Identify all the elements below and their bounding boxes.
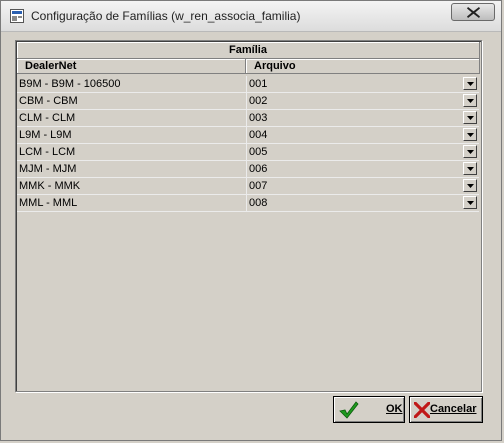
- dealernet-cell: CLM - CLM: [19, 112, 76, 124]
- grid-rows: B9M - B9M - 106500 001 CBM - CBM 002 CLM…: [17, 76, 479, 212]
- dialog-window: Configuração de Famílias (w_ren_associa_…: [0, 0, 502, 441]
- dropdown-button[interactable]: [463, 128, 477, 141]
- arquivo-dropdown[interactable]: 004: [246, 127, 479, 143]
- dropdown-button[interactable]: [463, 94, 477, 107]
- arquivo-value: 006: [249, 163, 268, 175]
- checkmark-icon: [339, 401, 359, 419]
- arquivo-dropdown[interactable]: 005: [246, 144, 479, 160]
- close-button[interactable]: [451, 3, 495, 21]
- table-row[interactable]: L9M - L9M 004: [17, 127, 479, 144]
- arquivo-value: 002: [249, 95, 268, 107]
- arquivo-value: 001: [249, 78, 268, 90]
- dropdown-arrow-icon: [467, 184, 474, 188]
- dealernet-cell: LCM - LCM: [19, 146, 76, 158]
- dropdown-arrow-icon: [467, 116, 474, 120]
- dealernet-cell: CBM - CBM: [19, 95, 78, 107]
- dropdown-arrow-icon: [467, 133, 474, 137]
- dropdown-arrow-icon: [467, 167, 474, 171]
- arquivo-dropdown[interactable]: 007: [246, 178, 479, 194]
- arquivo-dropdown[interactable]: 002: [246, 93, 479, 109]
- dropdown-button[interactable]: [463, 162, 477, 175]
- dropdown-arrow-icon: [467, 82, 474, 86]
- x-icon: [414, 402, 430, 418]
- table-row[interactable]: LCM - LCM 005: [17, 144, 479, 161]
- dropdown-button[interactable]: [463, 111, 477, 124]
- group-header-familia: Família: [17, 42, 480, 59]
- ok-label: OK: [386, 403, 403, 415]
- title-bar[interactable]: Configuração de Famílias (w_ren_associa_…: [1, 1, 501, 32]
- dropdown-arrow-icon: [467, 99, 474, 103]
- dealernet-cell: MML - MML: [19, 197, 78, 209]
- window-title: Configuração de Famílias (w_ren_associa_…: [31, 9, 301, 23]
- cancel-button[interactable]: Cancelar: [409, 396, 483, 423]
- dropdown-button[interactable]: [463, 196, 477, 209]
- arquivo-value: 004: [249, 129, 268, 141]
- table-row[interactable]: CBM - CBM 002: [17, 93, 479, 110]
- table-row[interactable]: MMK - MMK 007: [17, 178, 479, 195]
- arquivo-dropdown[interactable]: 001: [246, 76, 479, 92]
- column-header-dealernet[interactable]: DealerNet: [17, 59, 246, 74]
- arquivo-value: 003: [249, 112, 268, 124]
- cancel-label: Cancelar: [430, 403, 477, 415]
- arquivo-value: 005: [249, 146, 268, 158]
- ok-button[interactable]: OK: [333, 396, 405, 423]
- familia-grid: Família DealerNet Arquivo B9M - B9M - 10…: [15, 40, 482, 392]
- dropdown-button[interactable]: [463, 77, 477, 90]
- dealernet-cell: L9M - L9M: [19, 129, 72, 141]
- arquivo-dropdown[interactable]: 008: [246, 195, 479, 211]
- close-icon: [467, 7, 480, 18]
- dealernet-cell: B9M - B9M - 106500: [19, 78, 121, 90]
- dropdown-arrow-icon: [467, 150, 474, 154]
- arquivo-dropdown[interactable]: 006: [246, 161, 479, 177]
- dealernet-cell: MJM - MJM: [19, 163, 77, 175]
- dropdown-button[interactable]: [463, 145, 477, 158]
- arquivo-dropdown[interactable]: 003: [246, 110, 479, 126]
- table-row[interactable]: B9M - B9M - 106500 001: [17, 76, 479, 93]
- table-row[interactable]: MML - MML 008: [17, 195, 479, 212]
- table-row[interactable]: MJM - MJM 006: [17, 161, 479, 178]
- arquivo-value: 007: [249, 180, 268, 192]
- dropdown-button[interactable]: [463, 179, 477, 192]
- table-row[interactable]: CLM - CLM 003: [17, 110, 479, 127]
- dealernet-cell: MMK - MMK: [19, 180, 81, 192]
- arquivo-value: 008: [249, 197, 268, 209]
- dialog-client-area: Família DealerNet Arquivo B9M - B9M - 10…: [5, 32, 497, 436]
- dropdown-arrow-icon: [467, 201, 474, 205]
- column-header-arquivo[interactable]: Arquivo: [246, 59, 480, 74]
- window-app-icon: [10, 9, 24, 23]
